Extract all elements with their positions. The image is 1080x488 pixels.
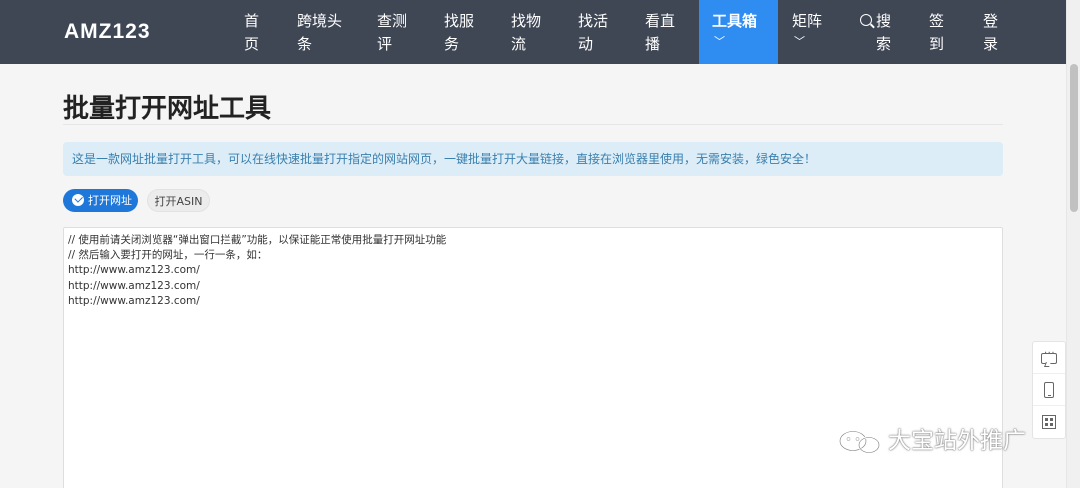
feedback-button[interactable] — [1033, 342, 1065, 374]
nav-label: 看直 — [645, 12, 676, 30]
qrcode-icon — [1042, 415, 1056, 429]
page-scrollbar[interactable] — [1066, 0, 1080, 488]
tab-open-url[interactable]: 打开网址 — [63, 189, 138, 212]
floating-toolbar — [1032, 341, 1066, 439]
tab-label: 打开网址 — [88, 194, 132, 207]
nav-item-toolbox[interactable]: 工具箱 ﹀ — [699, 0, 778, 64]
scrollbar-thumb[interactable] — [1070, 64, 1078, 212]
nav-label: 找服 — [444, 12, 475, 30]
nav-label: 录 — [983, 35, 999, 53]
title-divider — [63, 124, 1003, 125]
nav-item-news[interactable]: 跨境头 条 — [297, 0, 342, 64]
info-notice: 这是一款网址批量打开工具，可以在线快速批量打开指定的网站网页，一键批量打开大量链… — [63, 142, 1003, 176]
nav-label: 页 — [244, 35, 260, 53]
nav-label: 工具箱 — [712, 12, 758, 30]
page-title: 批量打开网址工具 — [63, 94, 272, 124]
check-circle-icon — [72, 194, 84, 206]
phone-icon — [1044, 382, 1054, 398]
nav-label: 矩阵 — [792, 12, 823, 30]
tab-label: 打开ASIN — [154, 195, 203, 208]
nav-item-checkin[interactable]: 签 到 — [929, 0, 944, 64]
nav-label: 索 — [876, 35, 892, 53]
wechat-icon — [838, 430, 881, 454]
chevron-down-icon: ﹀ — [794, 35, 805, 48]
nav-item-logistics[interactable]: 找物 流 — [511, 0, 541, 64]
nav-item-home[interactable]: 首 页 — [244, 0, 259, 64]
nav-label: 条 — [297, 35, 313, 53]
chat-icon — [1041, 348, 1057, 364]
mobile-button[interactable] — [1033, 374, 1065, 406]
nav-label: 找物 — [511, 12, 542, 30]
nav-label: 搜 — [876, 12, 892, 30]
nav-item-live[interactable]: 看直 播 — [645, 0, 675, 64]
nav-label: 动 — [578, 35, 594, 53]
nav-label: 首 — [244, 12, 260, 30]
watermark-text: 大宝站外推广 — [888, 428, 1026, 454]
nav-label: 播 — [645, 35, 661, 53]
nav-item-login[interactable]: 登 录 — [983, 0, 998, 64]
nav-label: 签 — [929, 12, 945, 30]
nav-label: 到 — [929, 35, 945, 53]
chevron-down-icon: ﹀ — [714, 35, 725, 48]
site-logo[interactable]: AMZ123 — [64, 20, 151, 44]
nav-label: 流 — [511, 35, 527, 53]
nav-label: 登 — [983, 12, 999, 30]
nav-item-reviews[interactable]: 查测 评 — [377, 0, 407, 64]
nav-item-search[interactable]: 搜 索 — [860, 0, 891, 64]
qrcode-button[interactable] — [1033, 406, 1065, 438]
nav-label: 查测 — [377, 12, 408, 30]
top-navbar: AMZ123 首 页 跨境头 条 查测 评 找服 务 找物 流 找活 动 看直 … — [0, 0, 1066, 64]
nav-item-events[interactable]: 找活 动 — [578, 0, 608, 64]
nav-label: 跨境头 — [297, 12, 343, 30]
nav-label: 务 — [444, 35, 460, 53]
nav-label: 找活 — [578, 12, 609, 30]
nav-item-services[interactable]: 找服 务 — [444, 0, 474, 64]
nav-label: 评 — [377, 35, 393, 53]
search-icon — [860, 14, 872, 26]
nav-item-matrix[interactable]: 矩阵 ﹀ — [792, 0, 822, 64]
tab-open-asin[interactable]: 打开ASIN — [147, 189, 210, 212]
